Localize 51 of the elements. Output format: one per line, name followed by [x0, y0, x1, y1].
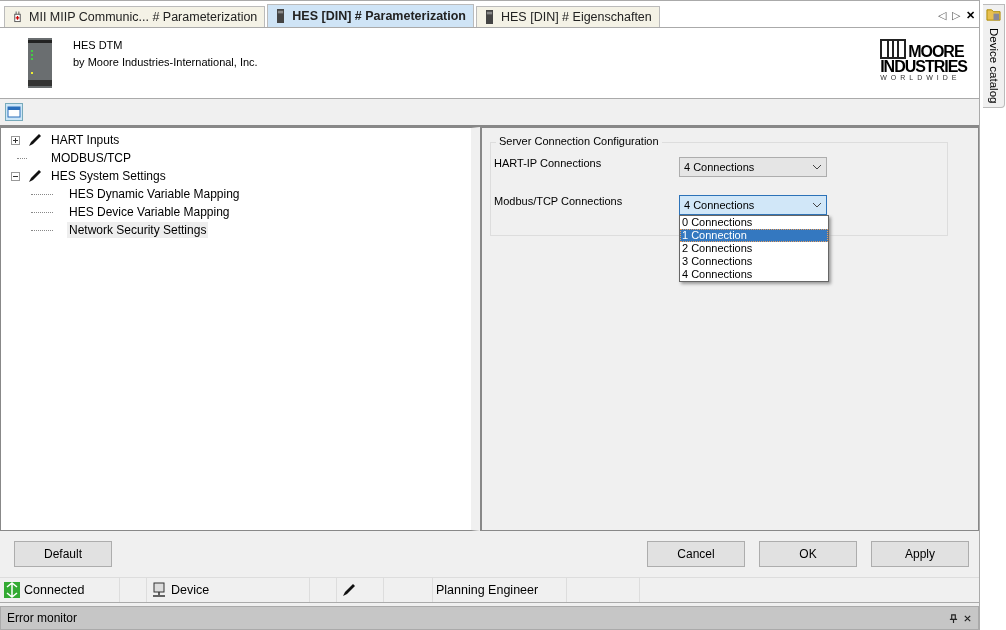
tree-item[interactable]: HES Dynamic Variable Mapping [67, 186, 242, 202]
dialog-button[interactable]: OK [759, 541, 858, 567]
dropdown-option[interactable]: 0 Connections [680, 216, 828, 229]
dialog-button[interactable]: Cancel [647, 541, 746, 567]
chevron-down-icon [812, 202, 822, 208]
tree-item[interactable]: MODBUS/TCP [49, 150, 133, 166]
plug-icon [12, 10, 23, 24]
dropdown[interactable]: 4 Connections [679, 157, 827, 177]
pencil-icon [341, 582, 357, 598]
close-icon[interactable] [963, 613, 973, 623]
status-text: Connected [24, 583, 85, 597]
device-title: HES DTM [73, 39, 124, 51]
device-icon [484, 10, 495, 24]
window-icon[interactable] [5, 103, 23, 121]
dropdown-option[interactable]: 2 Connections [680, 242, 828, 255]
chevron-down-icon [812, 164, 822, 170]
device-drawing [27, 38, 53, 88]
default-button[interactable]: Default [14, 541, 112, 567]
field-label: HART-IP Connections [493, 157, 603, 171]
folder-icon [986, 7, 1002, 22]
document-tab[interactable]: HES [DIN] # Eigenschaften [476, 6, 660, 27]
tree-item[interactable]: HES Device Variable Mapping [67, 204, 232, 220]
dropdown[interactable]: 4 Connections [679, 195, 827, 215]
document-tab[interactable]: HES [DIN] # Parameterization [267, 4, 474, 27]
dropdown-option[interactable]: 3 Connections [680, 255, 828, 268]
side-panel-tab[interactable]: Device catalog [983, 4, 1006, 108]
status-text: Planning Engineer [436, 583, 539, 597]
document-tab[interactable]: MII MIIP Communic... # Parameterization [4, 6, 266, 27]
panel-title: Error monitor [7, 611, 77, 625]
dropdown-option[interactable]: 4 Connections [680, 268, 828, 281]
group-title: Server Connection Configuration [496, 135, 662, 147]
tree-item[interactable]: HART Inputs [49, 132, 122, 148]
expander-icon[interactable] [11, 135, 20, 145]
field-label: Modbus/TCP Connections [493, 195, 624, 209]
computer-icon [151, 582, 167, 598]
connection-icon [4, 582, 20, 598]
tab-control[interactable]: ▷ [952, 9, 961, 22]
logo-text: INDUSTRIES [880, 59, 968, 74]
tree-item[interactable]: Network Security Settings [67, 222, 209, 238]
pin-icon[interactable] [949, 613, 959, 623]
expander-icon[interactable] [11, 171, 20, 181]
tab-control[interactable]: ✕ [966, 9, 976, 22]
device-icon [275, 9, 287, 23]
tab-control[interactable]: ◁ [938, 9, 947, 22]
dropdown-option[interactable]: 1 Connection [680, 229, 828, 242]
status-text: Device [171, 583, 210, 597]
tree-item[interactable]: HES System Settings [49, 168, 168, 184]
logo-text: MOORE [908, 44, 964, 59]
logo-bars-icon [880, 39, 907, 59]
vendor-text: by Moore Industries-International, Inc. [73, 56, 258, 68]
dialog-button[interactable]: Apply [871, 541, 970, 567]
